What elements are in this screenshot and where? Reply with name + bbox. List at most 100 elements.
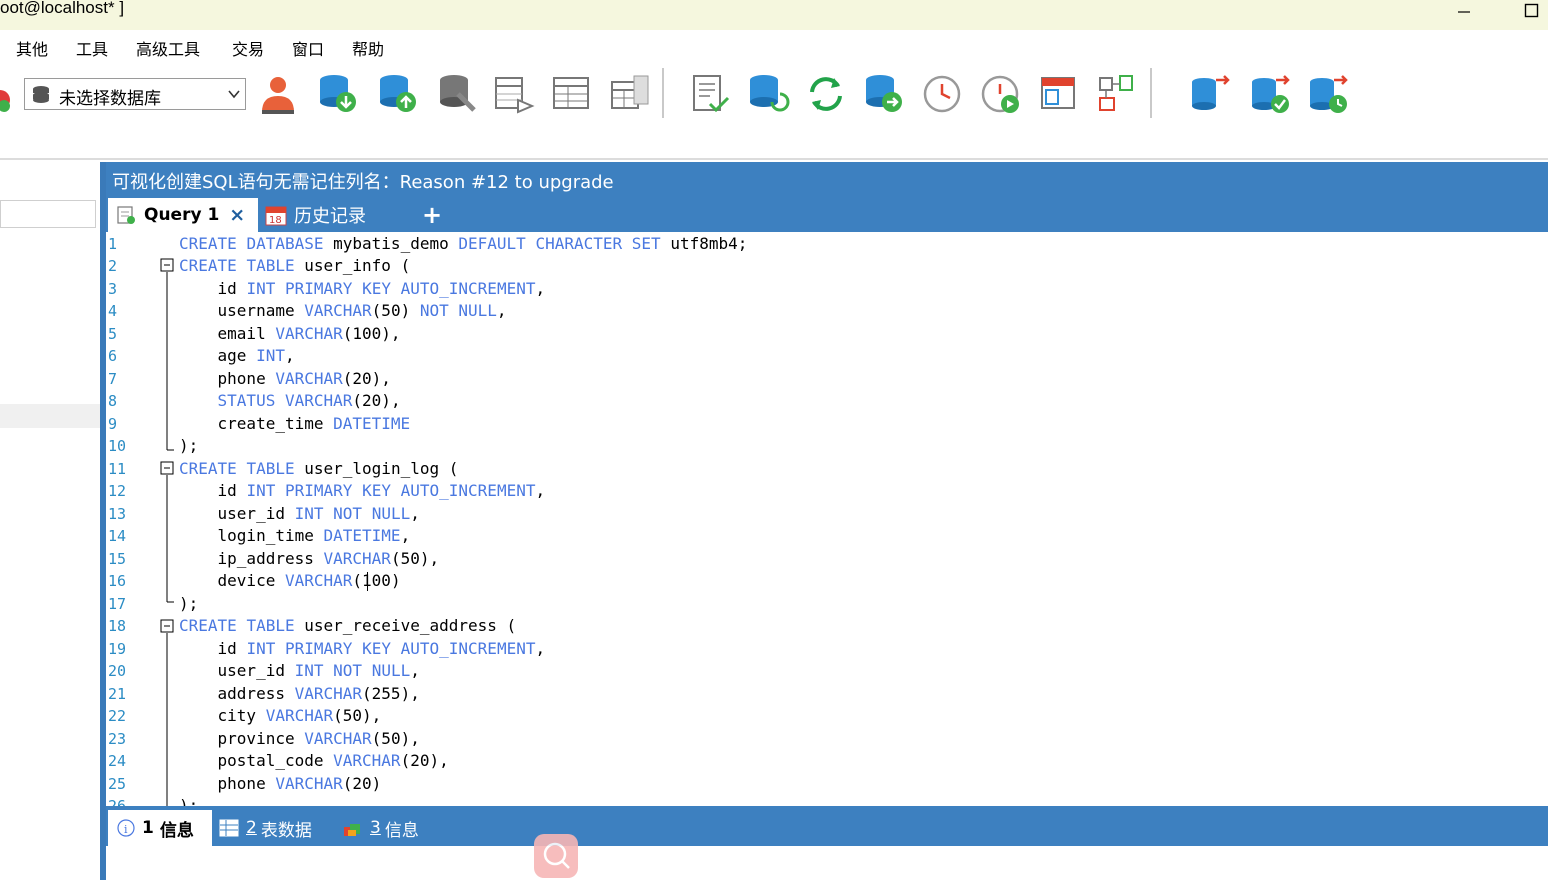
tab-query-1-label: Query 1 (144, 205, 220, 225)
line-number: 19 (108, 639, 127, 658)
scheduled-run-icon[interactable] (978, 72, 1022, 116)
tab-history[interactable]: 18 历史记录 (264, 198, 366, 232)
sync-check-icon[interactable] (1248, 72, 1292, 116)
table-icon (219, 819, 239, 837)
query-tab-icon (117, 206, 135, 224)
scheduler-icon[interactable] (920, 72, 964, 116)
code-line[interactable]: id INT PRIMARY KEY AUTO_INCREMENT, (179, 638, 546, 661)
tab-history-label: 历史记录 (294, 206, 366, 227)
menu-advanced-tools[interactable]: 高级工具 (136, 36, 200, 60)
line-number: 25 (108, 774, 127, 793)
tab-info-3[interactable]: 3 信息 (342, 810, 419, 846)
text-cursor (366, 572, 369, 591)
menu-window[interactable]: 窗口 (292, 36, 324, 60)
tab-info-3-label: 信息 (384, 820, 419, 841)
tab-query-1[interactable]: Query 1 × (108, 198, 258, 232)
code-line[interactable]: id INT PRIMARY KEY AUTO_INCREMENT, (179, 278, 546, 301)
code-line[interactable]: login_time DATETIME, (179, 525, 411, 548)
refresh-icon[interactable] (804, 72, 848, 116)
code-line[interactable]: CREATE DATABASE mybatis_demo DEFAULT CHA… (179, 233, 747, 256)
title-bar: oot@localhost* ] (0, 0, 1548, 30)
object-filter-input[interactable] (0, 200, 96, 228)
code-line[interactable]: ); (179, 593, 198, 616)
execute-query-icon[interactable] (688, 72, 732, 116)
line-number: 26 (108, 797, 127, 806)
menu-other[interactable]: 其他 (16, 36, 48, 60)
connect-icon[interactable] (0, 84, 12, 116)
sync-database-icon[interactable] (1188, 72, 1232, 116)
menu-transaction[interactable]: 交易 (232, 36, 264, 60)
database-select-value: 未选择数据库 (59, 89, 161, 109)
code-line[interactable]: ); (179, 435, 198, 458)
schema-designer-icon[interactable] (1036, 72, 1080, 116)
chevron-down-icon (228, 90, 240, 99)
tab-info-1-label: 信息 (159, 820, 194, 841)
close-tab-icon[interactable]: × (229, 204, 245, 226)
query-builder-icon[interactable] (1094, 72, 1138, 116)
new-tab-button[interactable]: + (422, 198, 442, 232)
user-manager-icon[interactable] (256, 72, 300, 116)
code-line[interactable]: CREATE TABLE user_info ( (179, 255, 410, 278)
code-line[interactable]: ); (179, 795, 198, 806)
code-line[interactable]: create_time DATETIME (179, 413, 411, 436)
line-number: 10 (108, 437, 127, 455)
info-icon: i (117, 819, 135, 837)
code-line[interactable]: STATUS VARCHAR(20), (179, 390, 401, 413)
line-number: 8 (108, 392, 118, 410)
restore-database-icon[interactable] (862, 72, 906, 116)
code-line[interactable]: ip_address VARCHAR(50), (179, 548, 440, 571)
line-number: 20 (108, 662, 127, 680)
database-tools-icon[interactable] (436, 72, 480, 116)
line-number: 1 (108, 234, 118, 253)
menu-help[interactable]: 帮助 (352, 36, 384, 60)
export-database-icon[interactable] (376, 72, 420, 116)
table-data-icon[interactable] (550, 72, 594, 116)
line-number: 2 (108, 257, 118, 275)
schema-compare-icon[interactable] (492, 72, 536, 116)
code-line[interactable]: user_id INT NOT NULL, (179, 503, 420, 526)
line-number: 16 (108, 572, 127, 590)
line-number: 17 (108, 594, 127, 613)
upgrade-banner: 可视化创建SQL语句无需记住列名：Reason #12 to upgrade (106, 162, 1548, 196)
tab-table-data[interactable]: 2 表数据 (218, 810, 312, 846)
backup-database-icon[interactable] (746, 72, 790, 116)
sync-schedule-icon[interactable] (1306, 72, 1350, 116)
line-number: 3 (108, 279, 118, 298)
code-line[interactable]: age INT, (179, 345, 295, 368)
code-line[interactable]: username VARCHAR(50) NOT NULL, (179, 300, 507, 323)
menu-tools[interactable]: 工具 (76, 36, 108, 60)
database-icon (33, 86, 49, 103)
maximize-button[interactable] (1512, 0, 1548, 22)
object-browser-row[interactable] (0, 404, 100, 428)
calendar-number: 18 (269, 215, 282, 226)
minimize-button[interactable] (1444, 0, 1484, 22)
line-number: 7 (108, 369, 118, 388)
import-database-icon[interactable] (316, 72, 360, 116)
tab-table-data-num: 2 (246, 818, 257, 838)
code-line[interactable]: user_id INT NOT NULL, (179, 660, 420, 683)
line-number: 22 (108, 707, 127, 725)
code-line[interactable]: address VARCHAR(255), (179, 683, 420, 706)
tab-info-1[interactable]: i 1 信息 (108, 810, 212, 846)
code-line[interactable]: id INT PRIMARY KEY AUTO_INCREMENT, (179, 480, 546, 503)
sql-editor[interactable]: 1 2 3 4 5 6 7 8 9 10 11 12 13 14 15 16 17 18 19 20 21 22 23 24 2… (106, 232, 1548, 806)
code-line[interactable]: email VARCHAR(100), (179, 323, 401, 346)
code-line[interactable]: city VARCHAR(50), (179, 705, 382, 728)
code-line[interactable]: postal_code VARCHAR(20), (179, 750, 449, 773)
code-line[interactable]: CREATE TABLE user_login_log ( (179, 458, 458, 481)
window-title: oot@localhost* ] (0, 0, 125, 17)
line-number: 5 (108, 324, 118, 343)
sql-code[interactable]: CREATE DATABASE mybatis_demo DEFAULT CHA… (179, 232, 1539, 807)
code-line[interactable]: province VARCHAR(50), (179, 728, 420, 751)
sync-table-icon[interactable] (608, 72, 652, 116)
calendar-icon: 18 (265, 206, 287, 226)
search-overlay-button[interactable] (534, 834, 578, 878)
line-number: 11 (108, 459, 127, 478)
database-select[interactable]: 未选择数据库 (24, 78, 246, 110)
minimize-icon (1458, 11, 1470, 13)
code-line[interactable]: phone VARCHAR(20), (179, 368, 391, 391)
fold-markers (160, 258, 174, 806)
code-line[interactable]: phone VARCHAR(20) (179, 773, 382, 796)
line-number: 23 (108, 729, 127, 748)
code-line[interactable]: CREATE TABLE user_receive_address ( (179, 615, 516, 638)
